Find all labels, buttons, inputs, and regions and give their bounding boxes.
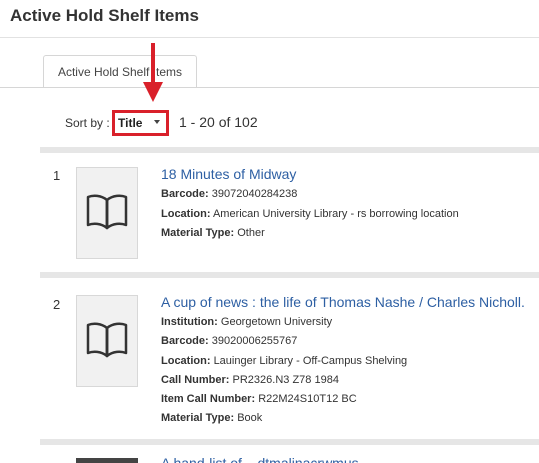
item-field: Item Call Number: R22M24S10T12 BC bbox=[161, 393, 357, 405]
item-number: 2 bbox=[53, 297, 61, 312]
results-range: 1 - 20 of 102 bbox=[179, 114, 258, 130]
item-field: Material Type: Other bbox=[161, 227, 265, 239]
page-title: Active Hold Shelf Items bbox=[10, 6, 199, 25]
list-separator bbox=[40, 147, 539, 153]
title-divider bbox=[0, 37, 539, 38]
annotation-arrow-head bbox=[143, 82, 163, 102]
item-title-link[interactable]: A cup of news : the life of Thomas Nashe… bbox=[161, 294, 525, 310]
item-field: Call Number: PR2326.N3 Z78 1984 bbox=[161, 374, 339, 386]
caret-down-icon bbox=[154, 120, 160, 124]
field-label: Location: bbox=[161, 208, 211, 220]
field-value: 39072040284238 bbox=[211, 188, 298, 200]
tab-active-hold-shelf-items[interactable]: Active Hold Shelf Items bbox=[43, 55, 197, 87]
item-title-link[interactable]: A hand-list of... dtmalinacrwmus of ...e… bbox=[161, 455, 371, 463]
item-number: 1 bbox=[53, 168, 61, 183]
sort-dropdown[interactable]: Title bbox=[112, 110, 169, 136]
tab-bar-divider bbox=[0, 87, 539, 88]
item-thumbnail[interactable] bbox=[76, 167, 138, 259]
field-value: Georgetown University bbox=[220, 316, 333, 328]
field-label: Barcode: bbox=[161, 188, 209, 200]
field-value: American University Library - rs borrowi… bbox=[212, 208, 459, 220]
field-label: Call Number: bbox=[161, 374, 230, 386]
field-value: PR2326.N3 Z78 1984 bbox=[232, 374, 339, 386]
list-separator bbox=[40, 272, 539, 278]
field-value: Lauinger Library - Off-Campus Shelving bbox=[213, 355, 408, 367]
field-value: 39020006255767 bbox=[211, 335, 298, 347]
field-value: R22M24S10T12 BC bbox=[258, 393, 357, 405]
field-label: Location: bbox=[161, 355, 211, 367]
field-label: Institution: bbox=[161, 316, 218, 328]
field-label: Item Call Number: bbox=[161, 393, 256, 405]
item-field: Barcode: 39072040284238 bbox=[161, 188, 297, 200]
sort-by-label: Sort by : bbox=[65, 116, 110, 130]
book-icon bbox=[86, 194, 128, 230]
list-separator bbox=[40, 439, 539, 445]
item-field: Location: Lauinger Library - Off-Campus … bbox=[161, 355, 407, 367]
item-thumbnail[interactable] bbox=[76, 295, 138, 387]
item-field: Location: American University Library - … bbox=[161, 208, 459, 220]
item-thumbnail[interactable] bbox=[76, 458, 138, 463]
field-label: Material Type: bbox=[161, 412, 235, 424]
annotation-arrow-shaft bbox=[151, 43, 155, 84]
item-field: Barcode: 39020006255767 bbox=[161, 335, 297, 347]
item-field: Institution: Georgetown University bbox=[161, 316, 332, 328]
field-value: Book bbox=[237, 412, 263, 424]
book-icon bbox=[86, 322, 128, 358]
item-title-link[interactable]: 18 Minutes of Midway bbox=[161, 166, 296, 182]
field-value: Other bbox=[237, 227, 265, 239]
field-label: Material Type: bbox=[161, 227, 235, 239]
sort-dropdown-value: Title bbox=[118, 116, 143, 130]
field-label: Barcode: bbox=[161, 335, 209, 347]
item-field: Material Type: Book bbox=[161, 412, 262, 424]
